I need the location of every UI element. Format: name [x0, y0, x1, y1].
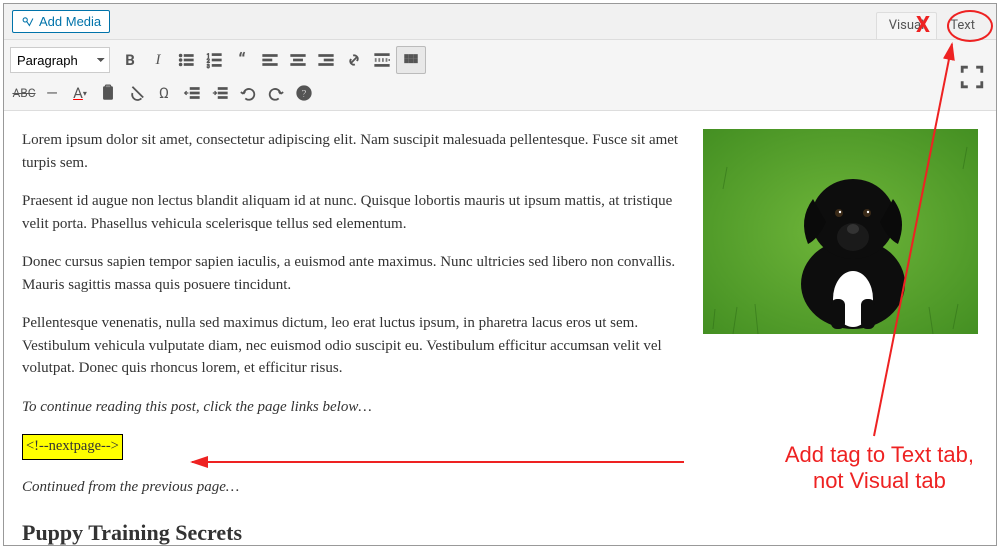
indent-button[interactable]: [206, 80, 234, 106]
paste-text-button[interactable]: T: [94, 80, 122, 106]
heading-puppy: Puppy Training Secrets: [22, 516, 978, 546]
strikethrough-button[interactable]: ABC: [10, 80, 38, 106]
special-char-button[interactable]: Ω: [150, 80, 178, 106]
align-left-button[interactable]: [256, 47, 284, 73]
undo-button[interactable]: [234, 80, 262, 106]
editor-tabs: Visual Text: [876, 12, 988, 39]
align-center-button[interactable]: [284, 47, 312, 73]
help-button[interactable]: ?: [290, 80, 318, 106]
toolbar-toggle-button[interactable]: [396, 46, 426, 74]
note-continued: Continued from the previous page…: [22, 476, 978, 499]
editor-content[interactable]: Lorem ipsum dolor sit amet, consectetur …: [4, 111, 996, 546]
add-media-label: Add Media: [39, 14, 101, 29]
bullet-list-button[interactable]: [172, 47, 200, 73]
svg-text:T: T: [106, 90, 111, 99]
align-right-button[interactable]: [312, 47, 340, 73]
clear-formatting-button[interactable]: [122, 80, 150, 106]
svg-text:3: 3: [207, 64, 210, 69]
svg-text:?: ?: [301, 88, 306, 101]
link-button[interactable]: [340, 47, 368, 73]
bold-button[interactable]: B: [116, 47, 144, 73]
editor-toolbar: Paragraph B I 123 “ ABC — A ▾ T Ω ?: [4, 40, 996, 111]
add-media-button[interactable]: Add Media: [12, 10, 110, 33]
outdent-button[interactable]: [178, 80, 206, 106]
blockquote-button[interactable]: “: [228, 47, 256, 73]
read-more-button[interactable]: [368, 47, 396, 73]
text-color-button[interactable]: A ▾: [66, 80, 94, 106]
nextpage-tag: <!--nextpage-->: [22, 434, 123, 460]
italic-button[interactable]: I: [144, 47, 172, 73]
content-image-puppy[interactable]: [703, 129, 978, 334]
format-select[interactable]: Paragraph: [10, 47, 110, 73]
editor-topbar: Add Media Visual Text: [4, 4, 996, 40]
media-icon: [21, 15, 35, 29]
redo-button[interactable]: [262, 80, 290, 106]
note-continue: To continue reading this post, click the…: [22, 396, 978, 419]
fullscreen-button[interactable]: [958, 64, 986, 90]
numbered-list-button[interactable]: 123: [200, 47, 228, 73]
tab-text[interactable]: Text: [937, 12, 988, 39]
tab-visual[interactable]: Visual: [876, 12, 938, 39]
hr-button[interactable]: —: [38, 80, 66, 106]
